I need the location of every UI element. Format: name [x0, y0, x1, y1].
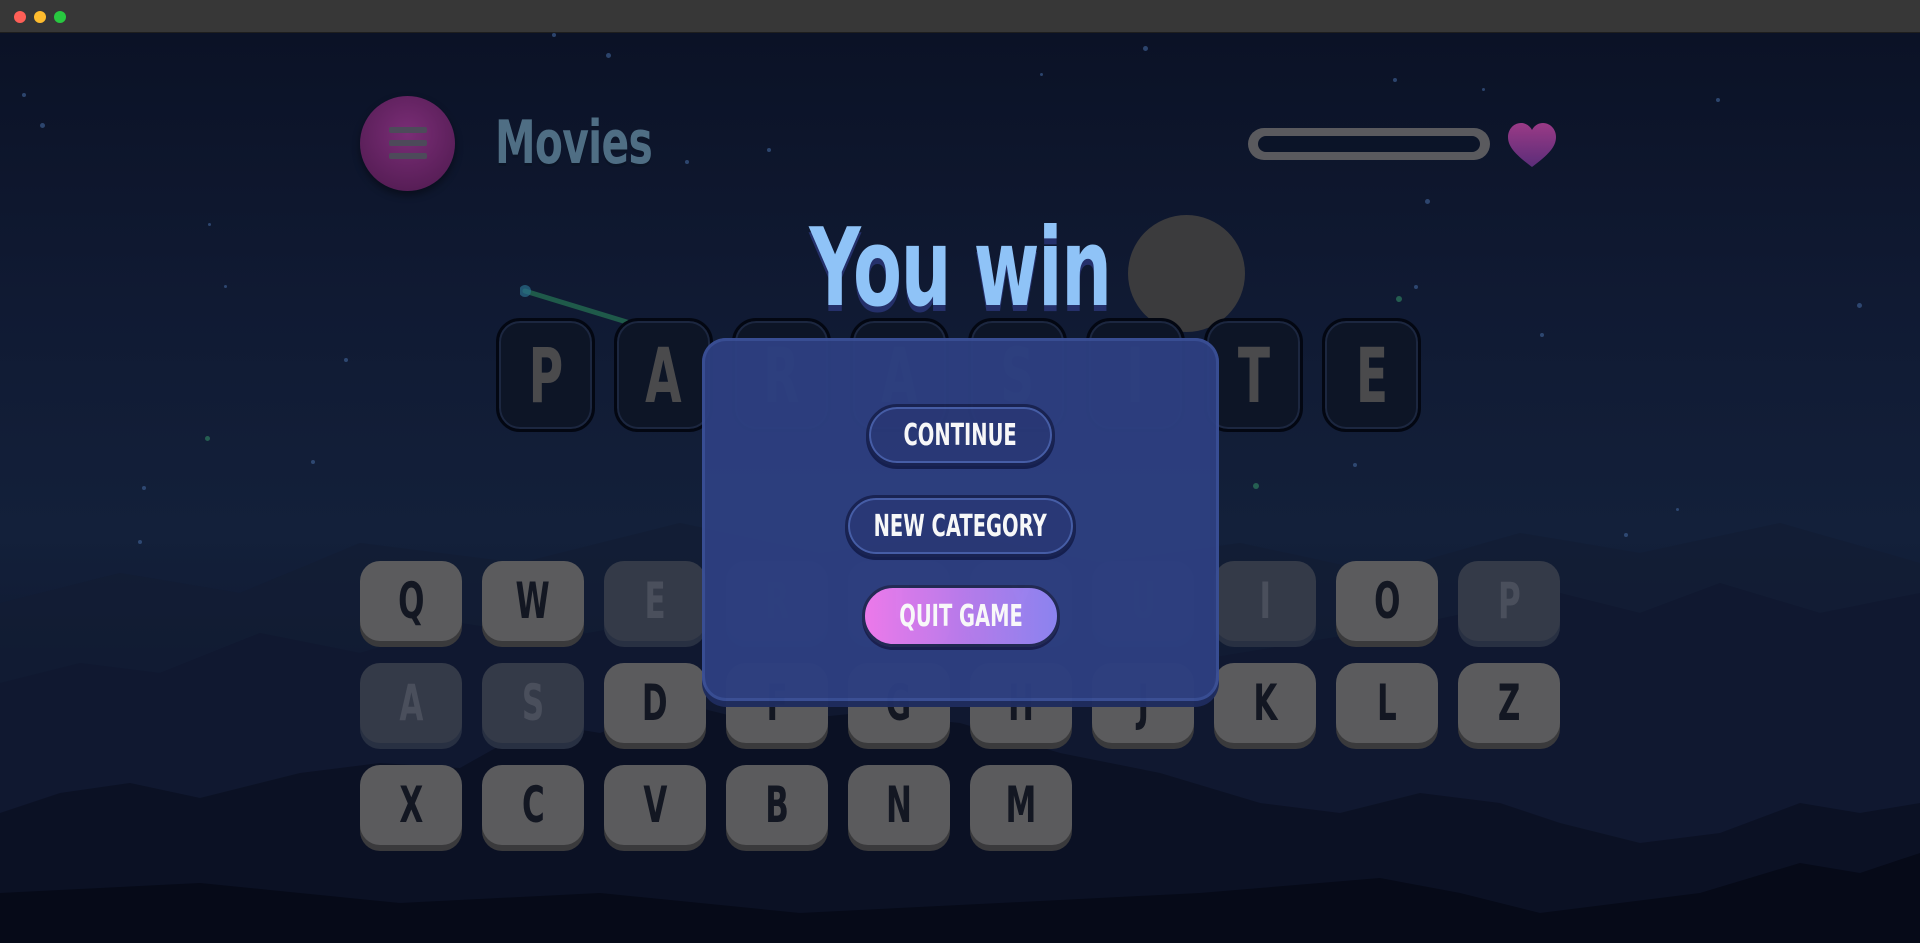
hamburger-menu-icon	[389, 127, 427, 166]
key-e[interactable]: E	[604, 561, 706, 641]
key-m[interactable]: M	[970, 765, 1072, 845]
key-label: V	[642, 776, 667, 834]
key-b[interactable]: B	[726, 765, 828, 845]
key-label: X	[399, 776, 423, 834]
key-label: W	[515, 572, 551, 630]
key-v[interactable]: V	[604, 765, 706, 845]
continue-label: CONTINUE	[903, 417, 1018, 453]
game-stage: Movies PARASITE QWERTYUIOPASDFGHJKLZXCVB…	[0, 33, 1920, 943]
key-label: M	[1005, 776, 1037, 834]
key-n[interactable]: N	[848, 765, 950, 845]
key-p[interactable]: P	[1458, 561, 1560, 641]
word-tile-letter: T	[1237, 330, 1270, 420]
win-dialog: CONTINUE NEW CATEGORY QUIT GAME	[702, 338, 1219, 701]
window-minimize-button[interactable]	[34, 11, 46, 23]
key-i[interactable]: I	[1214, 561, 1316, 641]
category-title: Movies	[495, 108, 653, 178]
heart-icon	[1508, 123, 1556, 167]
key-label: S	[521, 674, 545, 732]
key-label: C	[521, 776, 545, 834]
key-label: Z	[1497, 674, 1521, 732]
quit-game-label: QUIT GAME	[899, 598, 1023, 634]
key-s[interactable]: S	[482, 663, 584, 743]
key-label: K	[1252, 674, 1278, 732]
key-label: I	[1259, 572, 1271, 630]
window-close-button[interactable]	[14, 11, 26, 23]
quit-game-button[interactable]: QUIT GAME	[862, 585, 1060, 647]
key-label: L	[1377, 674, 1397, 732]
word-tile-letter: A	[645, 330, 682, 420]
key-x[interactable]: X	[360, 765, 462, 845]
key-label: N	[886, 776, 912, 834]
key-label: A	[398, 674, 423, 732]
key-a[interactable]: A	[360, 663, 462, 743]
window-titlebar	[0, 0, 1920, 33]
new-category-button[interactable]: NEW CATEGORY	[845, 495, 1076, 557]
word-tile: E	[1322, 318, 1421, 432]
new-category-label: NEW CATEGORY	[873, 508, 1048, 544]
continue-button[interactable]: CONTINUE	[866, 404, 1055, 466]
key-q[interactable]: Q	[360, 561, 462, 641]
key-w[interactable]: W	[482, 561, 584, 641]
win-title: You win	[809, 206, 1112, 331]
key-d[interactable]: D	[604, 663, 706, 743]
key-c[interactable]: C	[482, 765, 584, 845]
key-label: B	[765, 776, 789, 834]
word-tile-letter: P	[528, 330, 563, 420]
word-tile: A	[614, 318, 713, 432]
key-label: D	[642, 674, 668, 732]
key-z[interactable]: Z	[1458, 663, 1560, 743]
key-label: E	[644, 572, 666, 630]
progress-bar	[1248, 128, 1490, 160]
key-l[interactable]: L	[1336, 663, 1438, 743]
menu-button[interactable]	[360, 96, 455, 191]
key-label: O	[1373, 572, 1401, 630]
word-tile-letter: E	[1355, 330, 1388, 420]
key-k[interactable]: K	[1214, 663, 1316, 743]
window-maximize-button[interactable]	[54, 11, 66, 23]
key-label: Q	[397, 572, 425, 630]
key-o[interactable]: O	[1336, 561, 1438, 641]
key-label: P	[1497, 572, 1521, 630]
word-tile: P	[496, 318, 595, 432]
